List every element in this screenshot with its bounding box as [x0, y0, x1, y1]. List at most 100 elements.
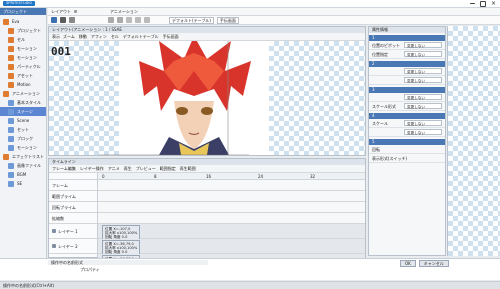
- tree-item[interactable]: Scene: [0, 116, 46, 125]
- close-icon[interactable]: [74, 10, 77, 13]
- tree-item[interactable]: BGM: [0, 170, 46, 179]
- timeline-tab[interactable]: 再生: [124, 166, 132, 171]
- timeline-tab[interactable]: 再生範囲: [180, 166, 196, 171]
- tree-item[interactable]: モーション: [0, 44, 46, 53]
- track-row[interactable]: [98, 180, 365, 191]
- project-panel: プロジェクト Eva プロジェクト セル モーション モーション パーティクル アセット Mo…: [0, 8, 47, 278]
- document-tabs: レイアウト アニメーション: [48, 8, 500, 16]
- track-row[interactable]: 位置 X=-107,0 拡大率 x100,100% 回転 角度 0.0: [98, 224, 365, 242]
- display-dropdown[interactable]: デフォルト(テーブル): [169, 16, 214, 24]
- canvas-toolbar: 表示 ズーム 移動 アフィン セル デフォルトテーブル 手伝画面: [49, 33, 365, 41]
- grid-icon[interactable]: [126, 17, 132, 23]
- folder-icon: [8, 45, 14, 52]
- track-label[interactable]: 範囲プライム: [49, 191, 97, 202]
- helper-dropdown[interactable]: 手伝画面: [216, 16, 239, 24]
- track-row[interactable]: [98, 213, 365, 224]
- timeline-tab[interactable]: レイヤー操作: [80, 166, 104, 171]
- tree-item[interactable]: セル: [0, 35, 46, 44]
- track-label[interactable]: 拡縮数: [49, 213, 97, 224]
- folder-icon: [8, 27, 14, 34]
- timeline-tab[interactable]: フレーム編集: [52, 166, 76, 171]
- canvas-guides: [99, 154, 249, 155]
- attribute-row: スケール 変更しない: [369, 119, 445, 128]
- attribute-value-dropdown[interactable]: 変更しない: [404, 51, 442, 57]
- redo-icon[interactable]: [117, 17, 123, 23]
- stage-canvas[interactable]: 001: [49, 41, 365, 155]
- undo-icon[interactable]: [108, 17, 114, 23]
- attribute-value-dropdown[interactable]: 変更しない: [404, 77, 442, 83]
- tree-item[interactable]: ブロック: [0, 134, 46, 143]
- track-label[interactable]: フレーム: [49, 180, 97, 191]
- canvas-tool[interactable]: デフォルトテーブル: [123, 34, 159, 39]
- canvas-tool[interactable]: 手伝画面: [163, 34, 179, 39]
- attribute-row: 位置のピボット 変更しない: [369, 41, 445, 50]
- close-icon[interactable]: ×: [491, 0, 496, 7]
- canvas-panel: レイアウト/アニメーション : 1 / SSAE 表示 ズーム 移動 アフィン セルデ…: [48, 26, 366, 156]
- track-label[interactable]: レイヤー 1: [49, 224, 97, 239]
- track-row[interactable]: [98, 191, 365, 202]
- ok-button[interactable]: OK: [400, 260, 416, 267]
- attribute-value-dropdown[interactable]: 変更しない: [404, 42, 442, 48]
- zoom-icon[interactable]: [135, 17, 141, 23]
- bottom-title: 操作中の名前形式: [48, 260, 208, 265]
- tree-item[interactable]: アセット: [0, 71, 46, 80]
- track-row[interactable]: [98, 202, 365, 213]
- tree-item[interactable]: SE: [0, 179, 46, 188]
- attribute-value-dropdown[interactable]: 変更しない: [404, 68, 442, 74]
- track-row[interactable]: 位置 X=-36,79,0 拡大率 x100,100% 回転 角度 0.0: [98, 239, 365, 257]
- title-bar: SPRITESTUDIO ×: [0, 0, 500, 8]
- tree-item[interactable]: Motion: [0, 80, 46, 89]
- tree-item-label: モーション: [17, 55, 37, 60]
- track-name: レイヤー 1: [58, 228, 78, 234]
- tree-item-label: Motion: [17, 82, 31, 87]
- tree-item[interactable]: アニメーション: [0, 89, 46, 98]
- attribute-value-dropdown[interactable]: 変更しない: [404, 94, 442, 100]
- file-icon: [8, 117, 14, 124]
- attribute-value-dropdown[interactable]: 変更しない: [404, 129, 442, 135]
- timeline-ruler[interactable]: 0 8 16 24 32: [98, 173, 365, 180]
- tree-item-label: Scene: [17, 118, 30, 123]
- tree-item[interactable]: モーション: [0, 143, 46, 152]
- tree-item[interactable]: 基本スタイル: [0, 98, 46, 107]
- track-label[interactable]: レイヤー 2: [49, 239, 97, 254]
- tree-item[interactable]: パーティクル: [0, 62, 46, 71]
- canvas-tool[interactable]: セル: [111, 34, 119, 39]
- tree-item[interactable]: Eva: [0, 17, 46, 26]
- layout-tab[interactable]: レイアウト: [51, 9, 71, 14]
- timeline-tab[interactable]: アニメ: [108, 166, 120, 171]
- folder-icon: [8, 72, 14, 79]
- folder-icon: [8, 54, 14, 61]
- canvas-tool[interactable]: 移動: [79, 34, 87, 39]
- maximize-icon[interactable]: [479, 0, 486, 7]
- file-icon: [8, 135, 14, 142]
- timeline-tab[interactable]: 範囲指定: [160, 166, 176, 171]
- tree-item[interactable]: モーション: [0, 53, 46, 62]
- tree-item[interactable]: エフェクトリスト: [0, 152, 46, 161]
- canvas-tool[interactable]: アフィン: [91, 34, 107, 39]
- tree-item[interactable]: 画像ファイル: [0, 161, 46, 170]
- tree-item[interactable]: プロジェクト: [0, 26, 46, 35]
- tree-item[interactable]: セット: [0, 125, 46, 134]
- ruler-tick: 0: [102, 173, 105, 179]
- animation-tab[interactable]: アニメーション: [110, 9, 138, 14]
- timeline-tab[interactable]: プレビュー: [136, 166, 156, 171]
- main-toolbar: デフォルト(テーブル) 手伝画面: [48, 16, 500, 25]
- tree-item-label: セット: [17, 127, 29, 132]
- move-icon[interactable]: [144, 17, 150, 23]
- view-button[interactable]: 表示: [52, 34, 60, 39]
- canvas-tool[interactable]: ズーム: [63, 34, 75, 39]
- tree-item[interactable]: ステージ: [0, 107, 46, 116]
- cancel-button[interactable]: キャンセル: [418, 260, 449, 267]
- track-label[interactable]: 回転プライム: [49, 202, 97, 213]
- loop-icon[interactable]: [69, 17, 75, 23]
- folder-icon: [3, 153, 9, 160]
- attribute-value-dropdown[interactable]: 変更しない: [404, 103, 442, 109]
- attribute-value-dropdown[interactable]: 変更しない: [404, 120, 442, 126]
- ruler-tick: 16: [206, 173, 212, 179]
- play-icon[interactable]: [51, 17, 57, 23]
- attribute-row: 変更しない: [369, 67, 445, 76]
- tree-item-label: ブロック: [17, 136, 33, 141]
- stop-icon[interactable]: [60, 17, 66, 23]
- file-icon: [8, 99, 14, 106]
- minimize-icon[interactable]: [469, 3, 475, 4]
